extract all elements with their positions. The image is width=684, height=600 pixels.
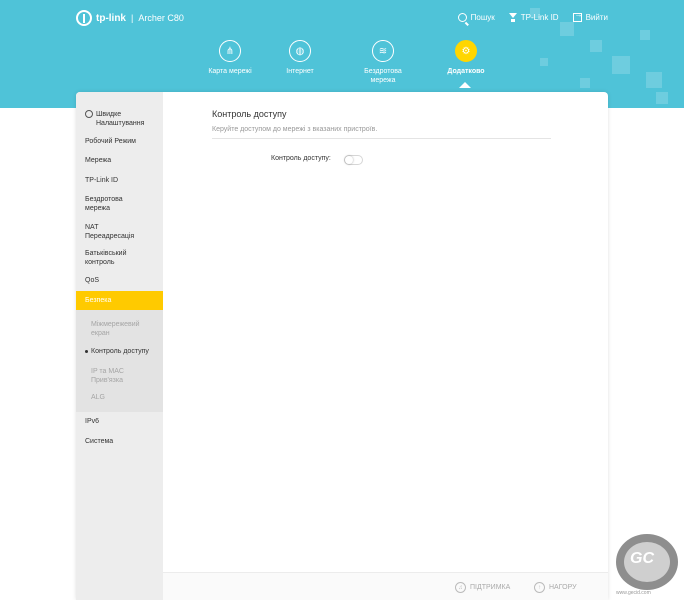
watermark-text: GC xyxy=(630,550,654,567)
gear-icon: ⚙ xyxy=(455,40,477,62)
tplink-logo: tp-link | Archer C80 xyxy=(76,10,184,26)
watermark-logo: GC www.gecid.com xyxy=(612,528,684,600)
sidebar-item-label: QoS xyxy=(85,277,100,284)
divider xyxy=(212,138,551,139)
sidebar-item-operation-mode[interactable]: Робочий Режим xyxy=(76,137,163,146)
content-area: Контроль доступу Керуйте доступом до мер… xyxy=(163,92,608,600)
sidebar-item-nat[interactable]: NAT Переадресація xyxy=(76,223,146,241)
sidebar-item-label: Робочий Режим xyxy=(85,138,136,145)
watermark-url: www.gecid.com xyxy=(616,590,651,596)
sidebar-item-label: Система xyxy=(85,438,114,445)
tplink-logo-icon xyxy=(76,10,92,26)
page-title: Контроль доступу xyxy=(212,109,287,119)
logo-brand: tp-link xyxy=(96,12,126,24)
sidebar-item-system[interactable]: Система xyxy=(76,437,163,446)
nav-advanced[interactable]: ⚙ Додатково xyxy=(426,40,506,76)
submenu-item-label: ALG xyxy=(91,394,106,401)
submenu-item-alg[interactable]: ALG xyxy=(91,393,105,402)
security-submenu: Міжмережевий екран Контроль доступу IP т… xyxy=(76,310,163,412)
globe-icon: ◍ xyxy=(289,40,311,62)
sidebar-item-qos[interactable]: QoS xyxy=(76,276,163,285)
submenu-item-label: Міжмережевий екран xyxy=(91,321,140,337)
search-link[interactable]: Пошук xyxy=(457,13,495,22)
nav-internet[interactable]: ◍ Інтернет xyxy=(260,40,340,76)
logout-link[interactable]: Вийти xyxy=(572,10,608,22)
toggle-knob xyxy=(345,156,353,164)
tplink-id-link[interactable]: TP-Link ID xyxy=(508,13,559,22)
sidebar-item-label: Мережа xyxy=(85,157,112,164)
sidebar-item-tplink-id[interactable]: TP-Link ID xyxy=(76,176,163,185)
nav-label: Додатково xyxy=(447,68,485,75)
logout-icon xyxy=(572,10,583,22)
network-map-icon: ⋔ xyxy=(219,40,241,62)
submenu-item-label: Контроль доступу xyxy=(91,348,149,355)
back-to-top-link[interactable]: ↑ НАГОРУ xyxy=(534,582,577,593)
sidebar-item-label: TP-Link ID xyxy=(85,177,119,184)
back-to-top-label: НАГОРУ xyxy=(549,584,577,591)
tplink-id-label: TP-Link ID xyxy=(520,13,559,22)
footer-bar: ♫ ПІДТРИМКА ↑ НАГОРУ xyxy=(163,572,608,600)
sidebar-item-quick-setup[interactable]: Швидке Налаштування xyxy=(76,110,163,128)
search-icon xyxy=(457,13,467,22)
nav-wireless[interactable]: ≋ Бездротова мережа xyxy=(343,40,423,85)
nav-label: Інтернет xyxy=(286,68,314,75)
sidebar: Швидке Налаштування Робочий Режим Мережа… xyxy=(76,92,163,600)
search-label: Пошук xyxy=(470,13,495,22)
submenu-item-access-control[interactable]: Контроль доступу xyxy=(85,347,149,356)
sidebar-item-parental-controls[interactable]: Батьківський контроль xyxy=(76,249,146,267)
current-dot xyxy=(85,350,88,353)
arrow-up-icon: ↑ xyxy=(534,582,545,593)
nav-label: Карта мережі xyxy=(208,68,252,75)
active-nav-pointer xyxy=(459,82,471,88)
gear-icon xyxy=(85,110,93,118)
sidebar-item-label: Батьківський контроль xyxy=(85,250,127,266)
wifi-icon: ≋ xyxy=(372,40,394,62)
tplink-id-icon xyxy=(508,13,517,22)
access-control-toggle[interactable] xyxy=(344,155,363,165)
decor-pixel xyxy=(656,92,668,104)
nav-label: Бездротова мережа xyxy=(364,68,402,84)
support-link[interactable]: ♫ ПІДТРИМКА xyxy=(455,582,510,593)
sidebar-item-security[interactable]: Безпека xyxy=(76,291,163,310)
sidebar-item-label: Швидке Налаштування xyxy=(96,111,145,127)
sidebar-item-label: Безпека xyxy=(85,297,112,304)
sidebar-item-network[interactable]: Мережа xyxy=(76,156,163,165)
sidebar-item-label: Бездротова мережа xyxy=(85,196,123,212)
top-links: Пошук TP-Link ID Вийти xyxy=(457,10,608,22)
logo-separator: | xyxy=(131,13,134,23)
page-description: Керуйте доступом до мережі з вказаних пр… xyxy=(212,126,378,133)
submenu-item-label: IP та MAC Прив'язка xyxy=(91,368,124,384)
decor-pixel xyxy=(560,22,574,36)
decor-pixel xyxy=(640,30,650,40)
main-nav: ⋔ Карта мережі ◍ Інтернет ≋ Бездротова м… xyxy=(0,40,684,90)
nav-network-map[interactable]: ⋔ Карта мережі xyxy=(190,40,270,76)
sidebar-item-wireless[interactable]: Бездротова мережа xyxy=(76,195,146,213)
model-name: Archer C80 xyxy=(138,13,184,23)
headset-icon: ♫ xyxy=(455,582,466,593)
support-label: ПІДТРИМКА xyxy=(470,584,511,591)
main-panel: Швидке Налаштування Робочий Режим Мережа… xyxy=(76,92,608,600)
access-control-label: Контроль доступу: xyxy=(271,155,331,162)
sidebar-item-ipv6[interactable]: IPv6 xyxy=(76,417,163,426)
submenu-item-firewall[interactable]: Міжмережевий екран xyxy=(91,320,151,338)
sidebar-item-label: IPv6 xyxy=(85,418,100,425)
logout-label: Вийти xyxy=(585,13,608,22)
submenu-item-ip-mac-binding[interactable]: IP та MAC Прив'язка xyxy=(91,367,146,385)
sidebar-item-label: NAT Переадресація xyxy=(85,224,135,240)
